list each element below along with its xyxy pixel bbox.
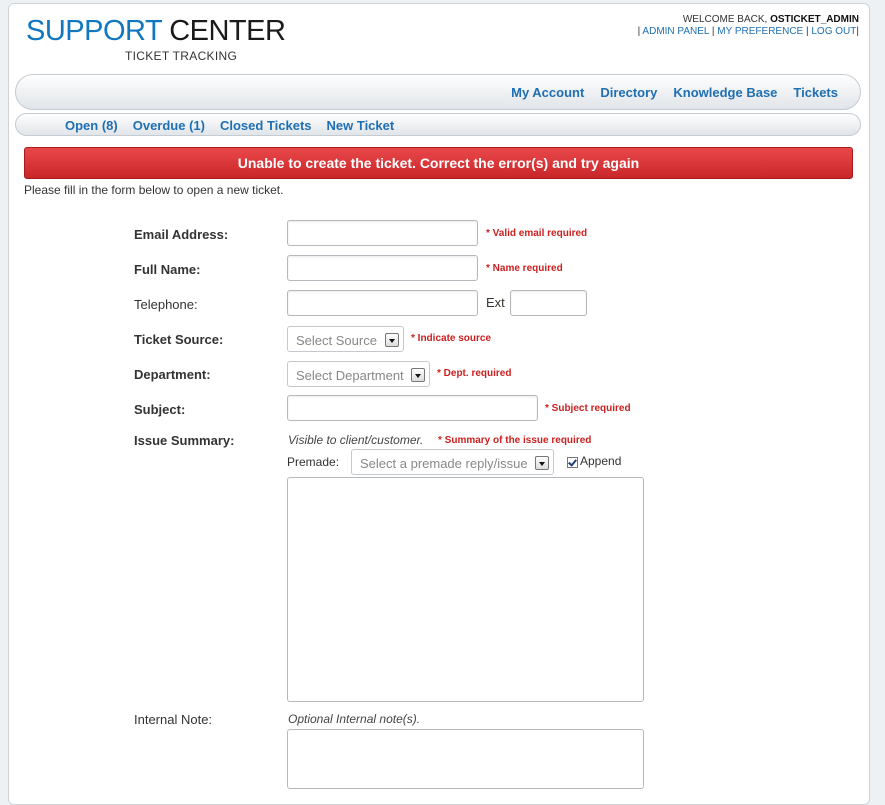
email-error: * Valid email required: [486, 228, 588, 239]
telephone-field[interactable]: [287, 290, 478, 316]
subject-label: Subject:: [134, 402, 186, 417]
email-label: Email Address:: [134, 227, 229, 242]
logo: SUPPORT CENTER TICKET TRACKING: [26, 15, 286, 63]
chevron-down-icon: [385, 333, 399, 347]
issue-summary-textarea[interactable]: [287, 477, 644, 702]
department-label: Department:: [134, 367, 211, 382]
top-nav: My Account Directory Knowledge Base Tickets: [15, 74, 861, 110]
nav-knowledge-base[interactable]: Knowledge Base: [673, 85, 777, 100]
subject-error: * Subject required: [545, 403, 631, 414]
nav-tickets[interactable]: Tickets: [793, 85, 838, 100]
premade-label: Premade:: [287, 455, 340, 469]
internal-note-label: Internal Note:: [134, 712, 213, 727]
premade-selected: Select a premade reply/issue: [360, 456, 528, 471]
issue-visibility-hint: Visible to client/customer.: [288, 433, 424, 447]
nav-directory[interactable]: Directory: [600, 85, 657, 100]
nav-my-account[interactable]: My Account: [511, 85, 584, 100]
admin-panel-link[interactable]: ADMIN PANEL: [642, 26, 709, 37]
sub-nav: Open (8) Overdue (1) Closed Tickets New Tic…: [15, 113, 861, 136]
user-bar: WELCOME BACK, OSTICKET_ADMIN | ADMIN PAN…: [637, 14, 859, 37]
logo-center-text: CENTER: [169, 15, 286, 47]
page-container: SUPPORT CENTER TICKET TRACKING WELCOME B…: [8, 3, 870, 805]
username: OSTICKET_ADMIN: [770, 14, 859, 25]
form-intro: Please fill in the form below to open a …: [24, 183, 284, 197]
full-name-field[interactable]: [287, 255, 478, 281]
issue-summary-label: Issue Summary:: [134, 433, 235, 448]
ticket-source-select[interactable]: Select Source: [287, 326, 404, 352]
subnav-open[interactable]: Open (8): [65, 118, 118, 133]
department-error: * Dept. required: [437, 368, 512, 379]
department-selected: Select Department: [296, 368, 404, 383]
full-name-error: * Name required: [486, 263, 563, 274]
full-name-label: Full Name:: [134, 262, 201, 277]
subnav-new-ticket[interactable]: New Ticket: [327, 118, 395, 133]
logo-subtitle: TICKET TRACKING: [125, 49, 238, 63]
premade-select[interactable]: Select a premade reply/issue: [351, 449, 554, 475]
append-label: Append: [580, 454, 622, 468]
subnav-overdue[interactable]: Overdue (1): [133, 118, 205, 133]
department-select[interactable]: Select Department: [287, 361, 430, 387]
welcome-prefix: WELCOME BACK,: [682, 14, 768, 25]
issue-summary-error: * Summary of the issue required: [438, 435, 592, 446]
subnav-closed-tickets[interactable]: Closed Tickets: [220, 118, 312, 133]
internal-note-hint: Optional Internal note(s).: [288, 712, 421, 726]
telephone-label: Telephone:: [134, 297, 198, 312]
ticket-source-selected: Select Source: [296, 333, 377, 348]
ext-field[interactable]: [510, 290, 587, 316]
subject-field[interactable]: [287, 395, 538, 421]
ticket-source-label: Ticket Source:: [134, 332, 224, 347]
ext-label: Ext: [486, 295, 505, 310]
my-preference-link[interactable]: MY PREFERENCE: [717, 26, 803, 37]
internal-note-textarea[interactable]: [287, 729, 644, 789]
ticket-source-error: * Indicate source: [411, 333, 492, 344]
error-banner: Unable to create the ticket. Correct the…: [24, 147, 853, 179]
email-field[interactable]: [287, 220, 478, 246]
chevron-down-icon: [411, 368, 425, 382]
append-checkbox[interactable]: [567, 457, 578, 468]
log-out-link[interactable]: LOG OUT: [811, 26, 856, 37]
chevron-down-icon: [535, 456, 549, 470]
logo-support-text: SUPPORT: [26, 15, 162, 47]
